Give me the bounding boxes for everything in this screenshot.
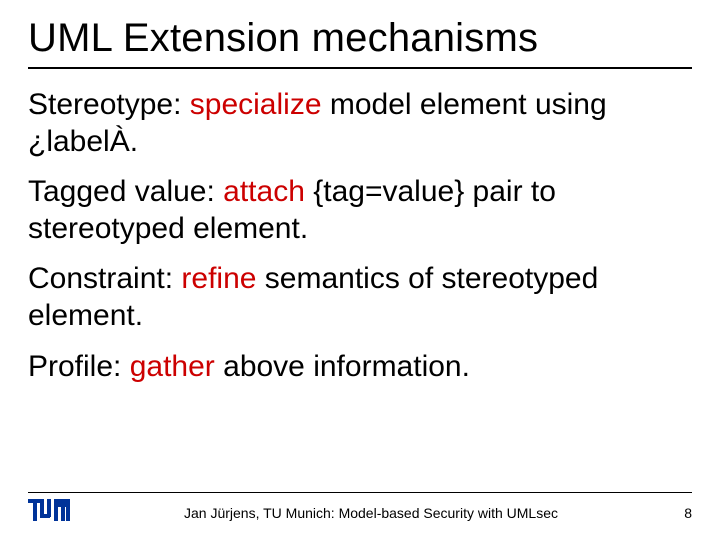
keyword-specialize: specialize [190,88,322,121]
tum-logo-icon [28,499,70,526]
footer-rule [28,492,692,493]
keyword-attach: attach [223,175,305,208]
keyword-refine: refine [181,262,256,295]
keyword-gather: gather [130,350,215,383]
bullet-constraint: Constraint: refine semantics of stereoty… [28,261,692,334]
text: Profile: [28,350,130,383]
bullet-stereotype: Stereotype: specialize model element usi… [28,87,692,160]
footer-text: Jan Jürjens, TU Munich: Model-based Secu… [70,505,672,521]
footer-row: Jan Jürjens, TU Munich: Model-based Secu… [28,499,692,526]
title-rule [28,67,692,69]
bullet-profile: Profile: gather above information. [28,349,692,386]
bullet-tagged-value: Tagged value: attach {tag=value} pair to… [28,174,692,247]
text: Constraint: [28,262,181,295]
text: Stereotype: [28,88,190,121]
slide-footer: Jan Jürjens, TU Munich: Model-based Secu… [0,492,720,526]
text: above information. [215,350,470,383]
page-number: 8 [672,505,692,521]
slide-body: Stereotype: specialize model element usi… [28,87,692,385]
slide: UML Extension mechanisms Stereotype: spe… [0,0,720,540]
text: Tagged value: [28,175,223,208]
slide-title: UML Extension mechanisms [28,16,692,61]
